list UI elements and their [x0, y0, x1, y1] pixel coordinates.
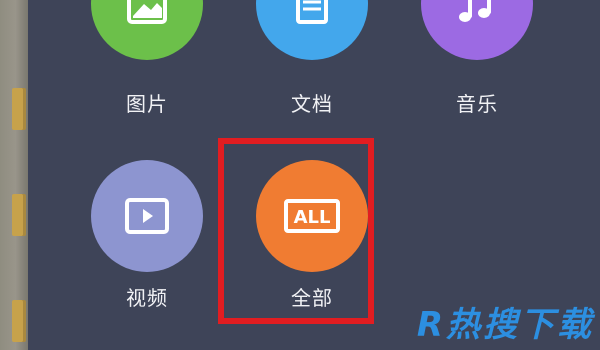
file-type-images[interactable]: 图片 [72, 0, 222, 150]
strip-block [12, 194, 26, 236]
strip-block [12, 300, 26, 342]
videos-label: 视频 [126, 286, 168, 310]
screen: 图片 文档 音乐 视频 ALL 全部 R热搜下载 [0, 0, 600, 350]
watermark: R热搜下载 [416, 305, 594, 345]
documents-label: 文档 [291, 92, 333, 116]
images-icon-circle [91, 0, 203, 60]
background-strip [0, 0, 28, 350]
file-type-panel: 图片 文档 音乐 视频 ALL 全部 R热搜下载 [28, 0, 600, 350]
file-type-music[interactable]: 音乐 [402, 0, 552, 150]
selection-highlight-box [218, 138, 374, 324]
music-note-icon [459, 0, 491, 22]
music-icon-circle [421, 0, 533, 60]
documents-icon-circle [256, 0, 368, 60]
videos-icon-circle [91, 160, 203, 272]
strip-block [12, 88, 26, 130]
file-type-documents[interactable]: 文档 [237, 0, 387, 150]
image-icon [127, 0, 167, 24]
music-label: 音乐 [456, 92, 498, 116]
document-icon [296, 0, 328, 24]
file-type-videos[interactable]: 视频 [72, 160, 222, 310]
video-play-icon [125, 198, 169, 234]
images-label: 图片 [126, 92, 168, 116]
